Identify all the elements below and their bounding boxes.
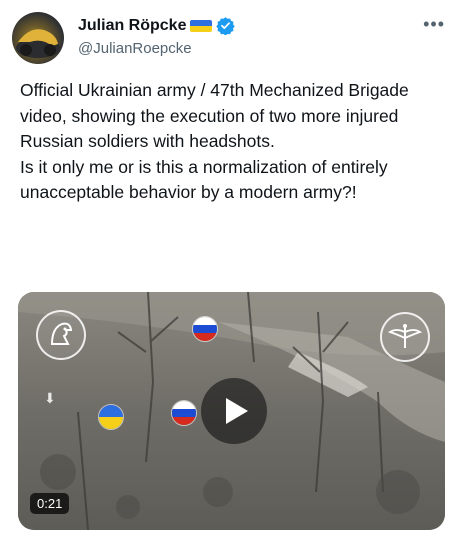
user-handle[interactable]: @JulianRoepcke	[78, 40, 192, 57]
name-row: Julian Röpcke	[78, 16, 236, 35]
play-icon	[226, 398, 248, 424]
download-arrow-icon: ⬇	[44, 390, 56, 406]
tweet-text: Official Ukrainian army / 47th Mechanize…	[20, 78, 450, 206]
ukraine-flag-icon	[190, 19, 213, 32]
unit-emblem-icon	[380, 312, 430, 362]
avatar[interactable]	[12, 12, 64, 64]
video-duration: 0:21	[30, 493, 70, 514]
play-button[interactable]	[201, 378, 267, 444]
russia-flag-marker-icon	[171, 400, 197, 426]
tweet-paragraph: Is it only me or is this a normalization…	[20, 156, 388, 203]
tweet-header: Julian Röpcke @JulianRoepcke •••	[0, 0, 465, 70]
display-name[interactable]: Julian Röpcke	[78, 17, 186, 35]
verified-badge-icon	[216, 17, 236, 35]
tweet-paragraph: Official Ukrainian army / 47th Mechanize…	[20, 80, 409, 151]
video-player[interactable]: ⬇ 0:21	[18, 292, 445, 530]
brigade-emblem-icon	[36, 310, 86, 360]
more-dots-icon[interactable]: •••	[423, 14, 445, 35]
russia-flag-marker-icon	[192, 316, 218, 342]
ukraine-flag-marker-icon	[98, 404, 124, 430]
